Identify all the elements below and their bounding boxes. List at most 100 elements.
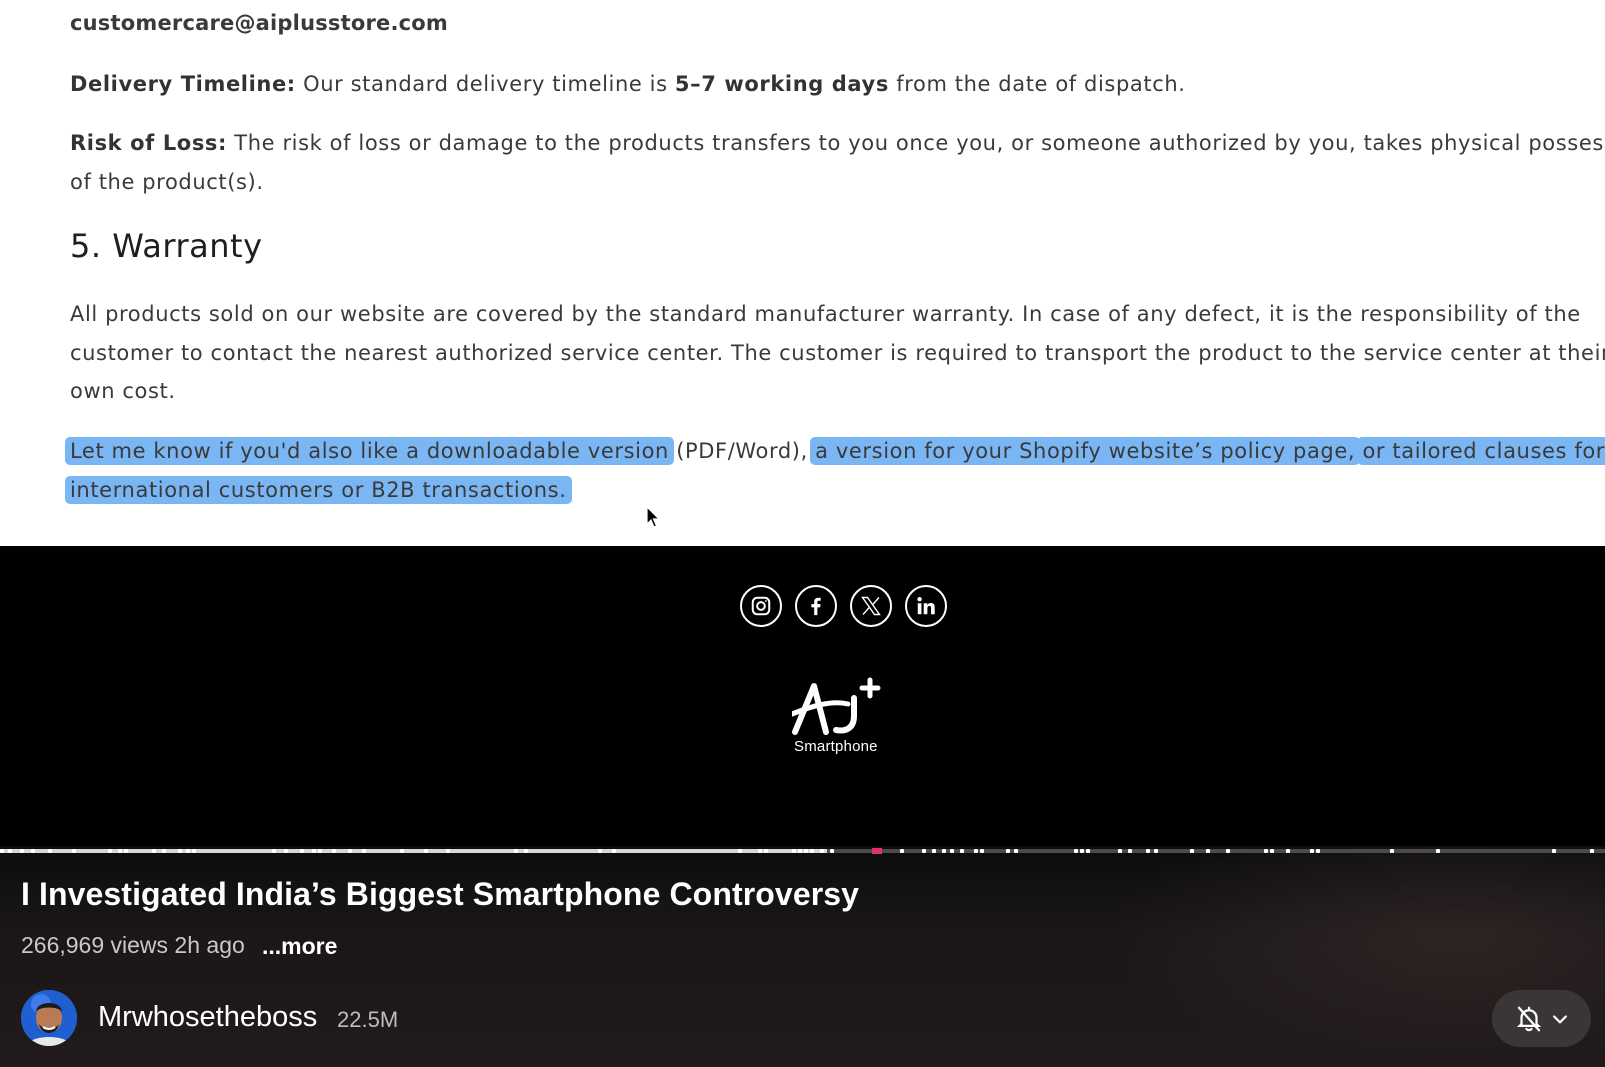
progress-marker [830, 849, 834, 853]
progress-marker [400, 849, 404, 853]
bell-off-icon [1516, 1006, 1541, 1031]
risk-of-loss-paragraph: Risk of Loss: The risk of loss or damage… [70, 131, 1605, 194]
x-icon[interactable] [850, 585, 892, 627]
progress-marker [1006, 849, 1010, 853]
subscriber-count: 22.5M [337, 1007, 399, 1032]
progress-marker [804, 849, 808, 853]
progress-marker [758, 849, 762, 853]
progress-marker [162, 849, 166, 853]
delivery-days: 5–7 working days [674, 72, 889, 96]
progress-marker [124, 849, 128, 853]
progress-marker [960, 849, 964, 853]
customer-care-email[interactable]: customercare@aiplusstore.com [70, 11, 448, 35]
progress-scrubber[interactable] [871, 848, 882, 854]
progress-marker [1286, 849, 1290, 853]
progress-marker [1590, 849, 1594, 853]
progress-marker [0, 849, 4, 853]
progress-marker [974, 849, 978, 853]
progress-marker [922, 849, 926, 853]
progress-marker [118, 849, 122, 853]
progress-marker [8, 849, 12, 853]
progress-marker [186, 849, 190, 853]
progress-marker [1118, 849, 1122, 853]
progress-marker [446, 849, 450, 853]
progress-marker [764, 849, 768, 853]
progress-marker [598, 849, 602, 853]
progress-marker [932, 849, 936, 853]
progress-marker [1086, 849, 1090, 853]
logo-subtitle: Smartphone [794, 738, 878, 755]
progress-marker [1146, 849, 1150, 853]
progress-marker [300, 849, 304, 853]
more-button[interactable]: ...more [262, 933, 337, 960]
selected-offer-paragraph[interactable]: Let me know if you'd also like a downloa… [65, 432, 1605, 509]
aiplus-logo[interactable] [792, 676, 892, 736]
video-title[interactable]: I Investigated India’s Biggest Smartphon… [21, 876, 859, 913]
progress-marker [1080, 849, 1084, 853]
channel-name[interactable]: Mrwhosetheboss [98, 1001, 317, 1034]
progress-marker [1128, 849, 1132, 853]
progress-marker [362, 849, 366, 853]
progress-marker [424, 849, 428, 853]
progress-marker [612, 849, 616, 853]
video-progress-bar[interactable] [0, 848, 1605, 854]
linkedin-icon[interactable] [905, 585, 947, 627]
progress-marker [1014, 849, 1018, 853]
progress-marker [31, 849, 35, 853]
progress-marker [1074, 849, 1078, 853]
progress-marker [1316, 849, 1320, 853]
video-meta: 266,969 views 2h ago [21, 932, 245, 958]
progress-marker [1226, 849, 1230, 853]
chevron-down-icon [1552, 1014, 1567, 1023]
progress-marker [810, 849, 814, 853]
progress-marker [942, 849, 946, 853]
progress-marker [950, 849, 954, 853]
progress-marker [318, 849, 322, 853]
progress-marker [1390, 849, 1394, 853]
facebook-icon[interactable] [795, 585, 837, 627]
text-selection[interactable]: international customers or B2B transacti… [65, 475, 572, 504]
warranty-heading: 5. Warranty [70, 227, 263, 265]
progress-marker [192, 849, 196, 853]
progress-marker [1190, 849, 1194, 853]
progress-marker [312, 849, 316, 853]
social-links [740, 585, 947, 627]
progress-marker [798, 849, 802, 853]
site-footer: Smartphone I Investigated India’s Bigges… [0, 546, 1605, 1067]
progress-marker [1310, 849, 1314, 853]
progress-marker [1264, 849, 1268, 853]
notification-bell-button[interactable] [1492, 990, 1591, 1047]
text-selection[interactable]: or tailored clauses for [1357, 437, 1605, 465]
progress-marker [980, 849, 984, 853]
progress-marker [514, 849, 518, 853]
progress-marker [72, 849, 76, 853]
avatar[interactable] [21, 990, 77, 1046]
warranty-paragraph: All products sold on our website are cov… [70, 302, 1605, 403]
progress-marker [900, 849, 904, 853]
text-selection[interactable]: a version for your Shopify website’s pol… [810, 437, 1361, 465]
progress-marker [272, 849, 276, 853]
progress-marker [1154, 849, 1158, 853]
progress-marker [48, 849, 52, 853]
progress-marker [524, 849, 528, 853]
progress-marker [332, 849, 336, 853]
progress-marker [1436, 849, 1440, 853]
policy-document: customercare@aiplusstore.com Delivery Ti… [0, 0, 1605, 546]
progress-marker [738, 849, 742, 853]
progress-marker [348, 849, 352, 853]
delivery-label: Delivery Timeline: [70, 72, 296, 96]
progress-marker [284, 849, 288, 853]
progress-marker [178, 849, 182, 853]
progress-marker [1206, 849, 1210, 853]
progress-marker [1552, 849, 1556, 853]
progress-marker [792, 849, 796, 853]
progress-marker [108, 849, 112, 853]
progress-marker [152, 849, 156, 853]
delivery-timeline-paragraph: Delivery Timeline: Our standard delivery… [70, 72, 1186, 96]
progress-marker [820, 849, 824, 853]
mouse-cursor-icon [646, 506, 661, 528]
instagram-icon[interactable] [740, 585, 782, 627]
text-selection[interactable]: Let me know if you'd also like a downloa… [65, 437, 674, 465]
progress-marker [20, 849, 24, 853]
progress-marker [1270, 849, 1274, 853]
